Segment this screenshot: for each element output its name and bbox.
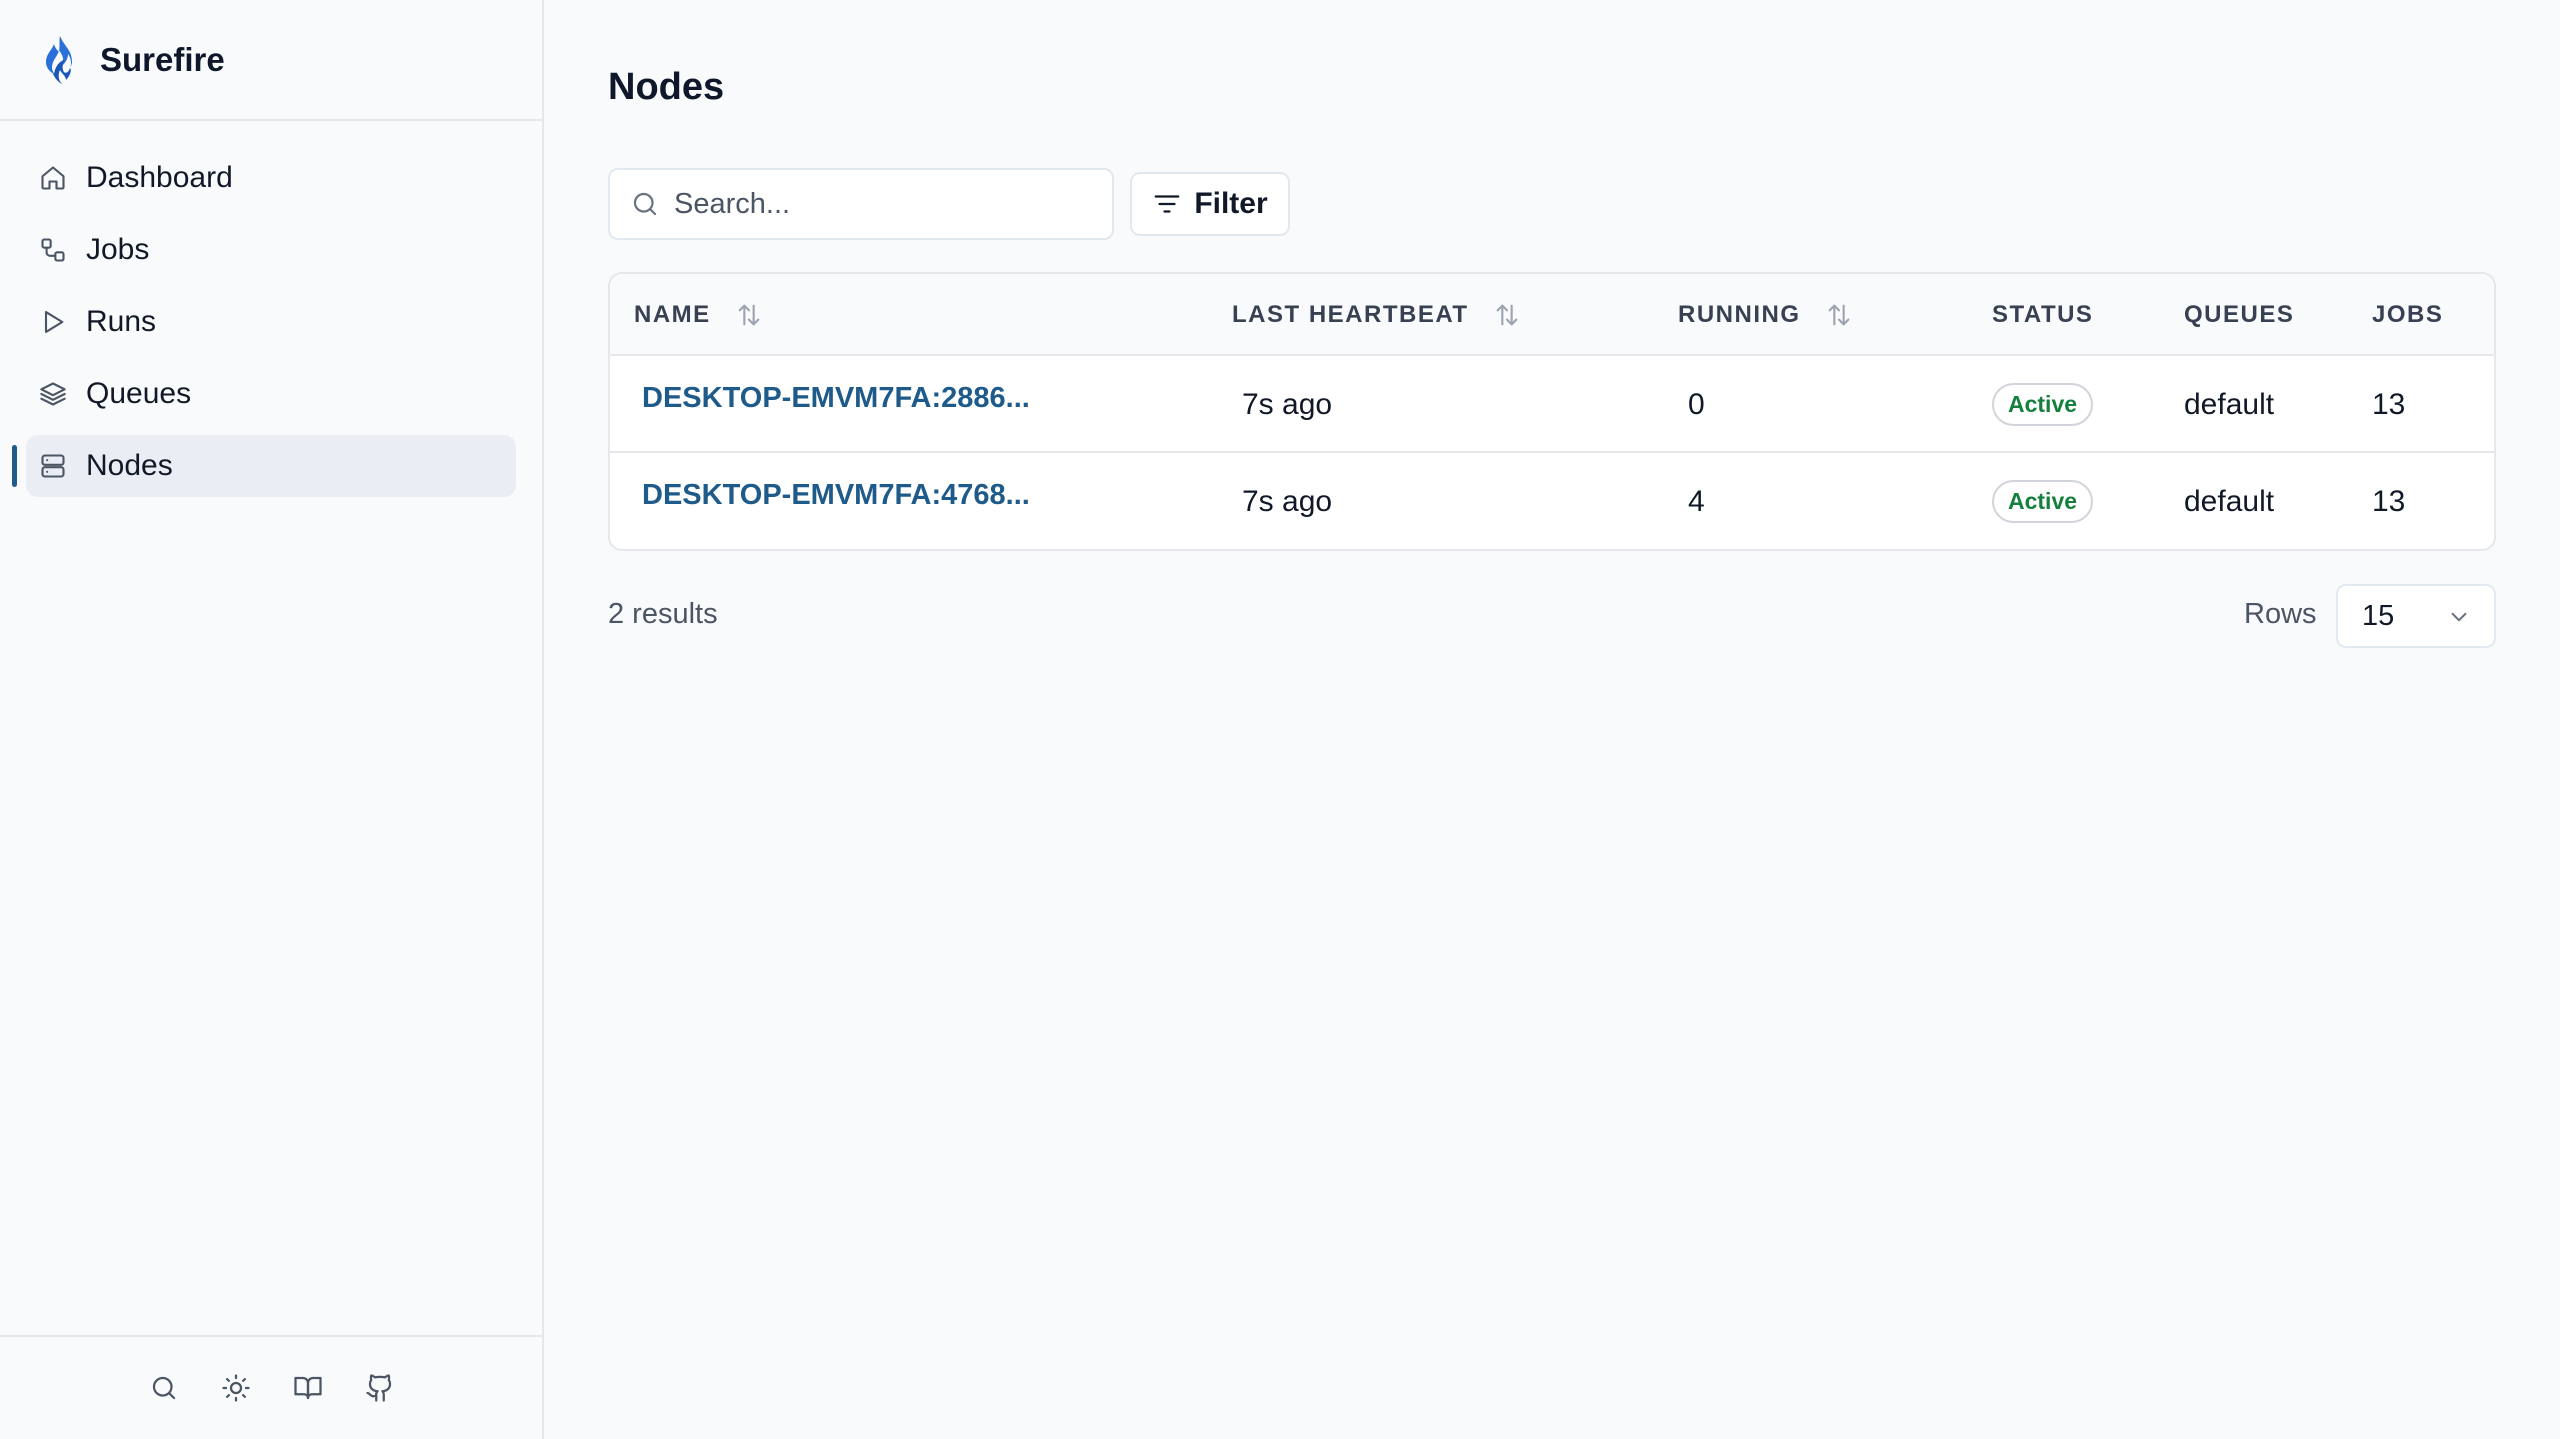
column-label: NAME xyxy=(634,301,711,328)
column-header-running[interactable]: RUNNING xyxy=(1678,274,1853,356)
cell-name: DESKTOP-EMVM7FA:2886... xyxy=(642,356,1030,453)
column-label: LAST HEARTBEAT xyxy=(1232,301,1469,328)
cell-last-heartbeat: 7s ago xyxy=(1242,484,1333,518)
sidebar-item-dashboard[interactable]: Dashboard xyxy=(26,147,516,209)
column-header-status: STATUS xyxy=(1992,274,2093,356)
flame-logo-icon xyxy=(46,35,72,84)
home-icon xyxy=(38,163,68,193)
search-icon xyxy=(633,192,657,216)
cell-jobs: 13 xyxy=(2372,484,2406,518)
column-header-jobs: JOBS xyxy=(2372,274,2443,356)
sidebar-item-label: Jobs xyxy=(86,233,150,266)
column-label: STATUS xyxy=(1992,301,2094,328)
table-row[interactable]: DESKTOP-EMVM7FA:2886... 7s ago 0 Active … xyxy=(610,356,2494,453)
app-name: Surefire xyxy=(100,40,225,78)
cell-running: 0 xyxy=(1688,387,1705,421)
sun-icon[interactable] xyxy=(220,1372,252,1404)
cell-queues: default xyxy=(2184,387,2275,421)
cell-jobs: 13 xyxy=(2372,387,2406,421)
rows-per-page-select[interactable]: 15 xyxy=(2336,584,2496,648)
brand[interactable]: Surefire xyxy=(0,0,542,121)
sidebar-footer xyxy=(0,1335,544,1439)
column-label: QUEUES xyxy=(2184,301,2295,328)
rows-per-page-label: Rows xyxy=(2244,598,2317,630)
cell-status: Active xyxy=(1992,356,2094,453)
status-badge: Active xyxy=(1992,383,2094,426)
sort-icon[interactable] xyxy=(1825,301,1853,329)
table-row[interactable]: DESKTOP-EMVM7FA:4768... 7s ago 4 Active … xyxy=(610,453,2494,549)
table-header: NAME LAST HEARTBEAT RUNNING STATUS QUEUE… xyxy=(610,274,2494,356)
sidebar-item-label: Queues xyxy=(86,377,192,410)
search-box[interactable] xyxy=(608,168,1114,240)
github-icon[interactable] xyxy=(364,1372,396,1404)
sidebar-item-queues[interactable]: Queues xyxy=(26,363,516,425)
sidebar-item-runs[interactable]: Runs xyxy=(26,291,516,353)
search-input[interactable] xyxy=(674,187,1094,221)
search-icon[interactable] xyxy=(148,1372,180,1404)
jobs-icon xyxy=(38,235,68,265)
cell-name: DESKTOP-EMVM7FA:4768... xyxy=(642,453,1030,549)
chevron-down-icon xyxy=(2451,612,2467,622)
server-icon xyxy=(38,451,68,481)
cell-status: Active xyxy=(1992,453,2094,549)
page-title: Nodes xyxy=(608,66,725,108)
cell-queues: default xyxy=(2184,484,2275,518)
sidebar-item-label: Runs xyxy=(86,305,157,338)
sidebar-item-label: Nodes xyxy=(86,449,173,482)
sidebar-item-jobs[interactable]: Jobs xyxy=(26,219,516,281)
column-header-queues: QUEUES xyxy=(2184,274,2294,356)
status-badge: Active xyxy=(1992,480,2094,523)
cell-last-heartbeat: 7s ago xyxy=(1242,387,1333,421)
nodes-table: NAME LAST HEARTBEAT RUNNING STATUS QUEUE… xyxy=(608,272,2496,551)
column-header-name[interactable]: NAME xyxy=(634,274,763,356)
cell-running: 4 xyxy=(1688,484,1705,518)
sort-icon[interactable] xyxy=(735,301,763,329)
sidebar: Surefire Dashboard Jobs Runs Queues Node… xyxy=(0,0,544,1439)
column-label: RUNNING xyxy=(1678,301,1801,328)
layers-icon xyxy=(38,379,68,409)
rows-per-page-value: 15 xyxy=(2362,599,2395,632)
sidebar-item-label: Dashboard xyxy=(86,161,233,194)
filter-icon xyxy=(1154,195,1180,213)
filter-button[interactable]: Filter xyxy=(1130,172,1290,236)
book-icon[interactable] xyxy=(292,1372,324,1404)
sort-icon[interactable] xyxy=(1493,301,1521,329)
play-icon xyxy=(38,307,68,337)
filter-label: Filter xyxy=(1194,187,1268,220)
node-link[interactable]: DESKTOP-EMVM7FA:4768... xyxy=(642,479,1030,512)
column-label: JOBS xyxy=(2372,301,2444,328)
node-link[interactable]: DESKTOP-EMVM7FA:2886... xyxy=(642,382,1030,415)
column-header-last-heartbeat[interactable]: LAST HEARTBEAT xyxy=(1232,274,1521,356)
sidebar-nav: Dashboard Jobs Runs Queues Nodes xyxy=(0,121,542,497)
results-count: 2 results xyxy=(608,598,718,630)
sidebar-item-nodes[interactable]: Nodes xyxy=(12,435,516,497)
